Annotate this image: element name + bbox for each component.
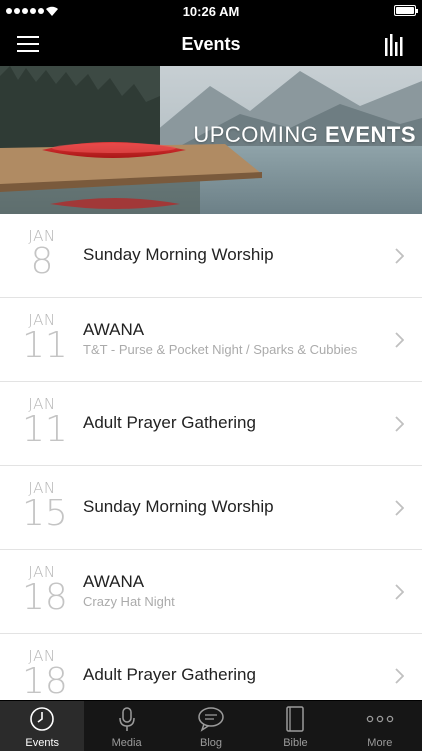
hero-banner: UPCOMING EVENTS (0, 66, 422, 214)
chevron-right-icon (395, 668, 404, 684)
event-title: Adult Prayer Gathering (83, 665, 256, 684)
page-title: Events (181, 34, 241, 54)
chevron-right-icon (395, 248, 404, 264)
event-date: JAN 18 (22, 563, 68, 618)
tab-blog[interactable]: Blog (169, 701, 253, 751)
chevron-right-icon (395, 584, 404, 600)
event-row[interactable]: JAN 8 Sunday Morning Worship (0, 214, 422, 298)
bar-chart-icon[interactable] (384, 32, 406, 56)
event-subtitle: T&T - Purse & Pocket Night / Sparks & Cu… (83, 342, 388, 357)
book-icon (286, 706, 305, 732)
hero-heading: UPCOMING EVENTS (193, 122, 416, 147)
tab-label: More (367, 737, 393, 749)
event-date: JAN 11 (22, 311, 68, 366)
events-list: JAN 8 Sunday Morning Worship JAN 11 AWAN… (0, 214, 422, 718)
event-row[interactable]: JAN 11 AWANA T&T - Purse & Pocket Night … (0, 298, 422, 382)
tab-events[interactable]: Events (0, 701, 85, 751)
event-subtitle: Crazy Hat Night (83, 594, 175, 609)
clock-icon (30, 707, 55, 731)
event-date: JAN 8 (22, 227, 62, 280)
event-title: Sunday Morning Worship (83, 245, 274, 264)
chevron-right-icon (395, 332, 404, 348)
tab-label: Media (111, 737, 142, 749)
event-day: 15 (22, 493, 68, 534)
event-day: 18 (22, 661, 68, 702)
status-time: 10:26 AM (182, 4, 240, 19)
tab-label: Blog (200, 737, 223, 749)
event-day: 8 (30, 241, 54, 282)
event-title: Adult Prayer Gathering (83, 413, 256, 432)
status-bar: 10:26 AM (0, 0, 422, 22)
event-title: Sunday Morning Worship (83, 497, 274, 516)
tab-media[interactable]: Media (84, 701, 168, 751)
tab-bible[interactable]: Bible (253, 701, 337, 751)
tab-more[interactable]: More (338, 701, 422, 751)
tab-label: Events (25, 737, 60, 749)
event-row[interactable]: JAN 11 Adult Prayer Gathering (0, 382, 422, 466)
event-title: AWANA (83, 320, 145, 339)
event-day: 18 (22, 577, 68, 618)
event-date: JAN 15 (22, 479, 68, 534)
microphone-icon (118, 707, 135, 731)
chevron-right-icon (395, 500, 404, 516)
event-day: 11 (22, 409, 68, 450)
more-dots-icon (366, 715, 394, 723)
battery-icon (394, 5, 418, 16)
event-day: 11 (22, 325, 68, 366)
tab-label: Bible (283, 737, 308, 749)
chat-bubble-icon (198, 707, 224, 732)
chevron-right-icon (395, 416, 404, 432)
tab-bar: Events Media Blog Bible More (0, 700, 422, 751)
navigation-bar: Events (0, 22, 422, 66)
event-row[interactable]: JAN 18 AWANA Crazy Hat Night (0, 550, 422, 634)
event-title: AWANA (83, 572, 145, 591)
event-date: JAN 18 (22, 647, 68, 702)
event-row[interactable]: JAN 15 Sunday Morning Worship (0, 466, 422, 550)
event-date: JAN 11 (22, 395, 68, 450)
